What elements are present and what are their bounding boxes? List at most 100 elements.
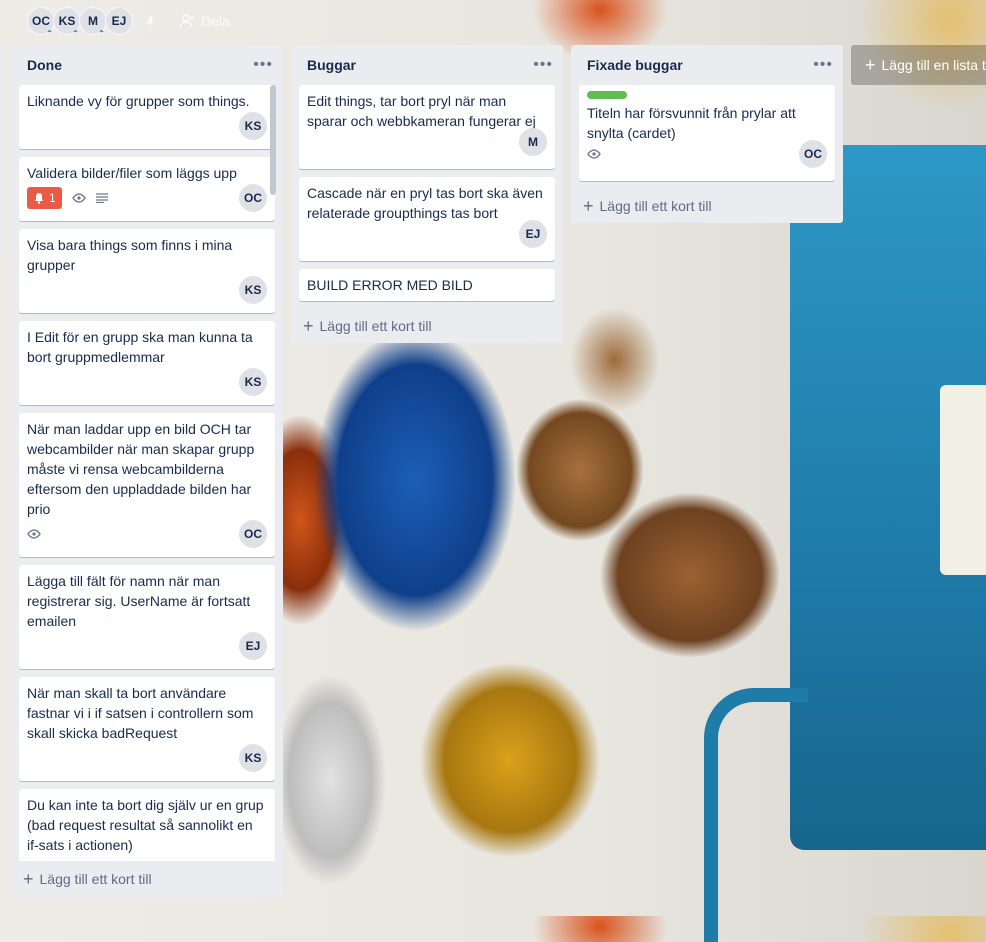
card-member-avatar[interactable]: OC bbox=[239, 520, 267, 548]
card-footer: EJ bbox=[27, 632, 267, 660]
list-title[interactable]: Done bbox=[27, 57, 62, 73]
plus-icon: + bbox=[583, 196, 594, 216]
card-member-avatar[interactable]: OC bbox=[239, 184, 267, 212]
card-title: När man skall ta bort användare fastnar … bbox=[27, 685, 254, 741]
add-card-label: Lägg till ett kort till bbox=[599, 198, 712, 214]
card[interactable]: Validera bilder/filer som läggs upp 1 OC bbox=[19, 157, 275, 221]
card-footer: EJ bbox=[307, 220, 547, 248]
member-initials: EJ bbox=[111, 14, 127, 28]
person-add-icon bbox=[179, 14, 194, 28]
card-footer: KS bbox=[27, 744, 267, 772]
share-button[interactable]: Dela bbox=[171, 7, 238, 35]
card-footer: M bbox=[307, 128, 547, 156]
card-label-green[interactable] bbox=[587, 91, 627, 99]
card-member-avatar[interactable]: KS bbox=[239, 112, 267, 140]
list-done: Done ••• Liknande vy för grupper som thi… bbox=[11, 45, 283, 897]
card-container: Liknande vy för grupper som things. KS V… bbox=[11, 85, 283, 861]
list-menu-icon[interactable]: ••• bbox=[253, 57, 273, 73]
admin-chevron-icon: ⌃ bbox=[98, 29, 105, 38]
card-title: Du kan inte ta bort dig själv ur en grup… bbox=[27, 797, 264, 853]
card[interactable]: BUILD ERROR MED BILD bbox=[299, 269, 555, 301]
card-member-avatar[interactable]: KS bbox=[239, 368, 267, 396]
list-menu-icon[interactable]: ••• bbox=[813, 57, 833, 73]
list-title[interactable]: Fixade buggar bbox=[587, 57, 683, 73]
notification-badge: 1 bbox=[27, 187, 62, 209]
card[interactable]: Lägga till fält för namn när man registr… bbox=[19, 565, 275, 669]
list-header: Done ••• bbox=[11, 45, 283, 85]
card-title: När man laddar upp en bild OCH tar webca… bbox=[27, 421, 255, 517]
add-list-label: Lägg till en lista till bbox=[881, 57, 986, 73]
card[interactable]: Visa bara things som finns i mina gruppe… bbox=[19, 229, 275, 313]
card-title: Lägga till fält för namn när man registr… bbox=[27, 573, 251, 629]
card-footer: OC bbox=[587, 140, 827, 168]
add-card-label: Lägg till ett kort till bbox=[319, 318, 432, 334]
list-scrollbar[interactable] bbox=[270, 85, 276, 195]
list-header: Buggar ••• bbox=[291, 45, 563, 85]
add-card-button[interactable]: + Lägg till ett kort till bbox=[11, 861, 283, 897]
card[interactable]: Liknande vy för grupper som things. KS bbox=[19, 85, 275, 149]
admin-chevron-icon: ⌃ bbox=[46, 29, 53, 38]
card[interactable]: Du kan inte ta bort dig själv ur en grup… bbox=[19, 789, 275, 861]
previous-list-edge bbox=[0, 45, 3, 255]
member-initials: M bbox=[88, 14, 98, 28]
card-member-avatar[interactable]: KS bbox=[239, 744, 267, 772]
list-menu-icon[interactable]: ••• bbox=[533, 57, 553, 73]
card-member-avatar[interactable]: EJ bbox=[239, 632, 267, 660]
add-card-button[interactable]: + Lägg till ett kort till bbox=[291, 309, 563, 343]
add-list-button[interactable]: + Lägg till en lista till bbox=[851, 45, 986, 85]
card-title: Visa bara things som finns i mina gruppe… bbox=[27, 237, 233, 273]
admin-chevron-icon: ⌃ bbox=[72, 29, 79, 38]
list-header: Fixade buggar ••• bbox=[571, 45, 843, 85]
card[interactable]: Cascade när en pryl tas bort ska även re… bbox=[299, 177, 555, 261]
member-avatar[interactable]: KS ⌃ bbox=[53, 7, 81, 38]
list-buggar: Buggar ••• Edit things, tar bort pryl nä… bbox=[291, 45, 563, 343]
card-member-avatar[interactable]: M bbox=[519, 128, 547, 156]
card-title: BUILD ERROR MED BILD bbox=[307, 277, 473, 293]
eye-icon bbox=[27, 529, 41, 539]
bell-icon bbox=[35, 193, 43, 204]
card[interactable]: Edit things, tar bort pryl när man spara… bbox=[299, 85, 555, 169]
card-badges bbox=[587, 149, 601, 159]
card[interactable]: Titeln har försvunnit från prylar att sn… bbox=[579, 85, 835, 181]
card-title: Liknande vy för grupper som things. bbox=[27, 93, 250, 109]
card-member-avatar[interactable]: EJ bbox=[519, 220, 547, 248]
card-member-avatar[interactable]: OC bbox=[799, 140, 827, 168]
list-title[interactable]: Buggar bbox=[307, 57, 356, 73]
card-footer: OC bbox=[27, 520, 267, 548]
plus-icon: + bbox=[865, 54, 876, 75]
member-initials: OC bbox=[32, 14, 50, 28]
card-member-avatar[interactable]: KS bbox=[239, 276, 267, 304]
card-container: Titeln har försvunnit från prylar att sn… bbox=[571, 85, 843, 181]
member-avatar[interactable]: EJ bbox=[105, 7, 133, 35]
plus-icon: + bbox=[303, 316, 314, 336]
eye-icon bbox=[71, 193, 86, 203]
member-count[interactable]: 4 bbox=[141, 14, 159, 28]
card-title: Titeln har försvunnit från prylar att sn… bbox=[587, 105, 796, 141]
card[interactable]: I Edit för en grupp ska man kunna ta bor… bbox=[19, 321, 275, 405]
card-title: Cascade när en pryl tas bort ska även re… bbox=[307, 185, 543, 221]
card-title: I Edit för en grupp ska man kunna ta bor… bbox=[27, 329, 253, 365]
eye-icon bbox=[587, 149, 601, 159]
board-header: OC ⌃ KS ⌃ M ⌃ EJ 4 Dela bbox=[0, 0, 986, 44]
background-photo-meter bbox=[940, 385, 986, 575]
plus-icon: + bbox=[23, 869, 34, 889]
add-card-button[interactable]: + Lägg till ett kort till bbox=[571, 189, 843, 223]
card-footer: 1 OC bbox=[27, 184, 267, 212]
background-photo-pipe bbox=[704, 688, 808, 942]
card-footer: KS bbox=[27, 368, 267, 396]
card-title: Edit things, tar bort pryl när man spara… bbox=[307, 93, 536, 129]
add-card-label: Lägg till ett kort till bbox=[39, 871, 152, 887]
description-icon bbox=[95, 193, 108, 203]
member-avatar[interactable]: OC ⌃ bbox=[27, 7, 55, 38]
member-initials: KS bbox=[58, 14, 76, 28]
card[interactable]: När man skall ta bort användare fastnar … bbox=[19, 677, 275, 781]
background-photo-blue-box bbox=[790, 145, 986, 850]
card-container: Edit things, tar bort pryl när man spara… bbox=[291, 85, 563, 301]
member-avatar[interactable]: M ⌃ bbox=[79, 7, 107, 38]
card-footer: KS bbox=[27, 112, 267, 140]
card-footer: KS bbox=[27, 276, 267, 304]
notification-count: 1 bbox=[49, 191, 56, 205]
card[interactable]: När man laddar upp en bild OCH tar webca… bbox=[19, 413, 275, 557]
list-fixade-buggar: Fixade buggar ••• Titeln har försvunnit … bbox=[571, 45, 843, 223]
board-members: OC ⌃ KS ⌃ M ⌃ EJ 4 bbox=[27, 7, 159, 38]
